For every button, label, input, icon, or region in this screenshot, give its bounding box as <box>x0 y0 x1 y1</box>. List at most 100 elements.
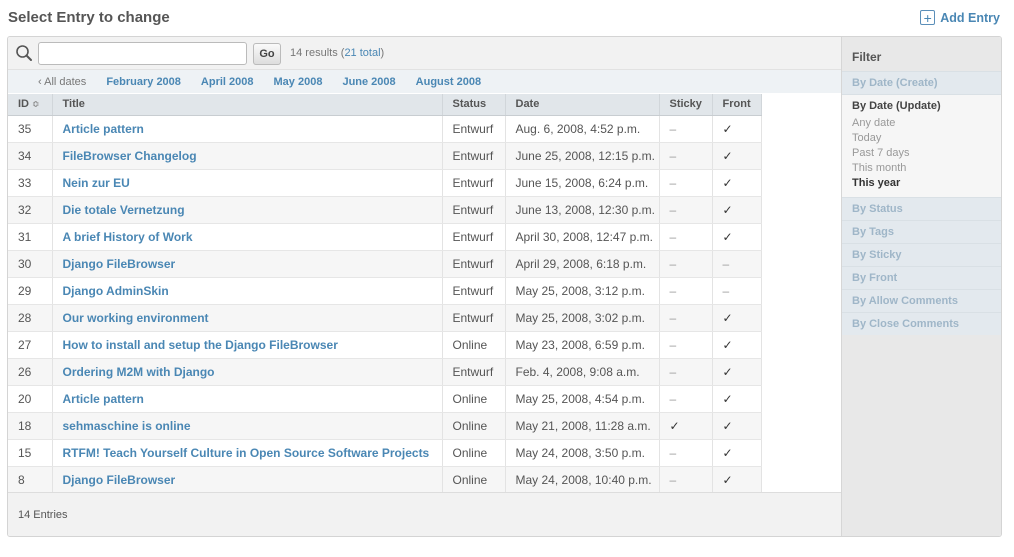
cell-date: June 25, 2008, 12:15 p.m. <box>505 142 660 170</box>
cell-front: ✓ <box>712 142 762 170</box>
table-row[interactable]: 30 Django FileBrowser Entwurf April 29, 200… <box>8 250 762 278</box>
cell-id[interactable]: 27 <box>8 331 53 359</box>
date-link[interactable]: May 2008 <box>274 76 323 88</box>
cell-id[interactable]: 33 <box>8 169 53 197</box>
cell-date: April 30, 2008, 12:47 p.m. <box>505 223 660 251</box>
search-toolbar: Go 14 results (21 total) <box>8 37 841 69</box>
table-row[interactable]: 31 A brief History of Work Entwurf April 30… <box>8 223 762 251</box>
cell-sticky: – <box>659 196 713 224</box>
table-row[interactable]: 26 Ordering M2M with Django Entwurf Feb. 4,… <box>8 358 762 386</box>
cell-title[interactable]: Django FileBrowser <box>52 250 443 278</box>
table-row[interactable]: 34 FileBrowser Changelog Entwurf June 25, 2… <box>8 142 762 170</box>
column-header-front[interactable]: Front <box>712 94 762 116</box>
table-row[interactable]: 20 Article pattern Online May 25, 2008, 4:5… <box>8 385 762 413</box>
filter-group[interactable]: By Date (Create) <box>842 71 1001 94</box>
changelist-main: Go 14 results (21 total) ‹ All dates Feb… <box>8 37 841 536</box>
filter-group[interactable]: By Allow Comments <box>842 289 1001 312</box>
cell-front: – <box>712 250 762 278</box>
date-link[interactable]: April 2008 <box>201 76 254 88</box>
filter-group[interactable]: By Tags <box>842 220 1001 243</box>
cell-front: ✓ <box>712 223 762 251</box>
cell-status: Online <box>442 331 506 359</box>
cell-id[interactable]: 34 <box>8 142 53 170</box>
cell-front: ✓ <box>712 304 762 332</box>
table-row[interactable]: 33 Nein zur EU Entwurf June 15, 2008, 6:24 … <box>8 169 762 197</box>
cell-id[interactable]: 32 <box>8 196 53 224</box>
cell-title[interactable]: Ordering M2M with Django <box>52 358 443 386</box>
cell-front: ✓ <box>712 385 762 413</box>
cell-id[interactable]: 15 <box>8 439 53 467</box>
date-link[interactable]: August 2008 <box>416 76 481 88</box>
add-entry-button[interactable]: + Add Entry <box>920 10 1000 25</box>
entries-count: 14 Entries <box>18 509 68 521</box>
cell-front: ✓ <box>712 466 762 494</box>
cell-title[interactable]: How to install and setup the Django File… <box>52 331 443 359</box>
cell-title[interactable]: Nein zur EU <box>52 169 443 197</box>
cell-title[interactable]: A brief History of Work <box>52 223 443 251</box>
cell-front: – <box>712 277 762 305</box>
cell-id[interactable]: 20 <box>8 385 53 413</box>
cell-id[interactable]: 26 <box>8 358 53 386</box>
date-link[interactable]: June 2008 <box>342 76 395 88</box>
cell-id[interactable]: 30 <box>8 250 53 278</box>
cell-title[interactable]: Article pattern <box>52 115 443 143</box>
search-input[interactable] <box>38 42 247 65</box>
table-row[interactable]: 18 sehmaschine is online Online May 21, 200… <box>8 412 762 440</box>
cell-status: Online <box>442 412 506 440</box>
cell-front: ✓ <box>712 412 762 440</box>
cell-title[interactable]: Django FileBrowser <box>52 466 443 494</box>
cell-front: ✓ <box>712 358 762 386</box>
cell-id[interactable]: 18 <box>8 412 53 440</box>
filter-group[interactable]: By Close Comments <box>842 312 1001 335</box>
cell-sticky: ✓ <box>659 412 713 440</box>
table-row[interactable]: 29 Django AdminSkin Entwurf May 25, 2008, 3… <box>8 277 762 305</box>
column-header-id[interactable]: ID ≎ <box>8 94 53 116</box>
cell-title[interactable]: Article pattern <box>52 385 443 413</box>
cell-date: May 25, 2008, 3:12 p.m. <box>505 277 660 305</box>
page-title: Select Entry to change <box>8 9 170 26</box>
cell-id[interactable]: 28 <box>8 304 53 332</box>
cell-status: Entwurf <box>442 223 506 251</box>
cell-id[interactable]: 29 <box>8 277 53 305</box>
filter-option[interactable]: Past 7 days <box>852 146 1001 161</box>
add-entry-label: Add Entry <box>940 10 1000 25</box>
cell-title[interactable]: Our working environment <box>52 304 443 332</box>
table-row[interactable]: 8 Django FileBrowser Online May 24, 2008, 1… <box>8 466 762 494</box>
cell-title[interactable]: Django AdminSkin <box>52 277 443 305</box>
cell-title[interactable]: RTFM! Teach Yourself Culture in Open Sou… <box>52 439 443 467</box>
results-table: ID ≎ Title Status Date Sticky Front 35 Art… <box>8 94 762 494</box>
column-header-sticky[interactable]: Sticky <box>659 94 713 116</box>
cell-title[interactable]: sehmaschine is online <box>52 412 443 440</box>
table-row[interactable]: 35 Article pattern Entwurf Aug. 6, 2008, 4:… <box>8 115 762 143</box>
table-row[interactable]: 27 How to install and setup the Django Fi… <box>8 331 762 359</box>
date-link[interactable]: February 2008 <box>106 76 181 88</box>
cell-title[interactable]: FileBrowser Changelog <box>52 142 443 170</box>
cell-sticky: – <box>659 358 713 386</box>
cell-sticky: – <box>659 304 713 332</box>
all-dates-link[interactable]: ‹ All dates <box>38 76 86 88</box>
table-row[interactable]: 32 Die totale Vernetzung Entwurf June 13, 2… <box>8 196 762 224</box>
cell-sticky: – <box>659 169 713 197</box>
filter-option[interactable]: Today <box>852 131 1001 146</box>
table-row[interactable]: 15 RTFM! Teach Yourself Culture in Open S… <box>8 439 762 467</box>
filter-group[interactable]: By Front <box>842 266 1001 289</box>
column-header-date[interactable]: Date <box>505 94 660 116</box>
cell-id[interactable]: 8 <box>8 466 53 494</box>
filter-group[interactable]: By Sticky <box>842 243 1001 266</box>
filter-group[interactable]: By Status <box>842 197 1001 220</box>
go-button[interactable]: Go <box>253 43 281 65</box>
cell-title[interactable]: Die totale Vernetzung <box>52 196 443 224</box>
cell-id[interactable]: 31 <box>8 223 53 251</box>
filter-option[interactable]: This month <box>852 161 1001 176</box>
cell-status: Entwurf <box>442 115 506 143</box>
filter-option[interactable]: This year <box>852 176 1001 191</box>
cell-sticky: – <box>659 142 713 170</box>
filter-option[interactable]: Any date <box>852 116 1001 131</box>
results-total-link[interactable]: 21 total <box>344 47 380 59</box>
filter-group[interactable]: By Date (Update) <box>842 94 1001 116</box>
column-header-title[interactable]: Title <box>52 94 443 116</box>
cell-id[interactable]: 35 <box>8 115 53 143</box>
plus-icon: + <box>920 10 936 25</box>
column-header-status[interactable]: Status <box>442 94 506 116</box>
table-row[interactable]: 28 Our working environment Entwurf May 25, … <box>8 304 762 332</box>
